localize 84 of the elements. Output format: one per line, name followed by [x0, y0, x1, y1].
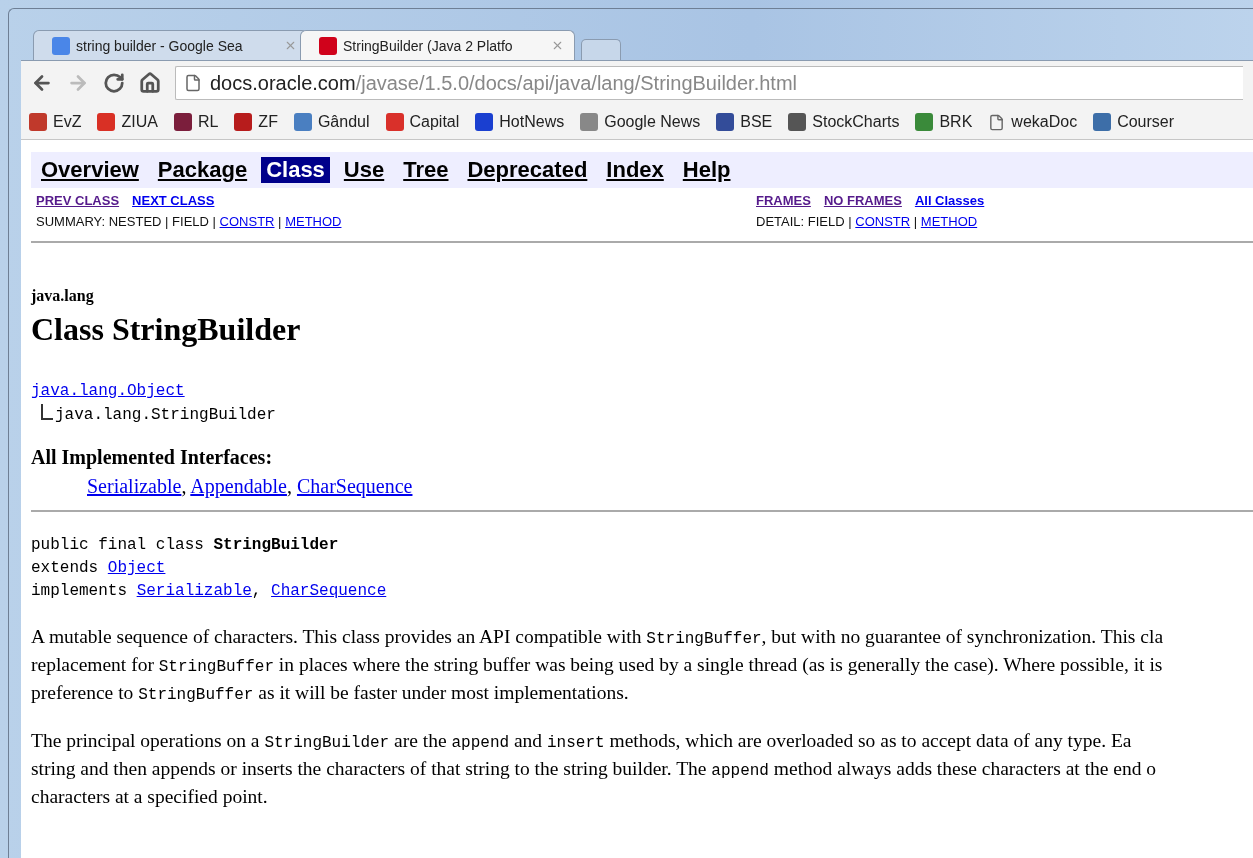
nav-tab[interactable]: Help [677, 157, 736, 183]
code-link[interactable]: Object [107, 559, 166, 577]
address-field[interactable]: docs.oracle.com/javase/1.5.0/docs/api/java/lang/StringBuilder.html [175, 66, 1243, 100]
description-paragraph: A mutable sequence of characters. This class provides an API compatible with StringBuffer, but with no guarantee of synchronization. This cla replacement for StringBuffer in places where the string buffer was being used by a single thread (as is generally the case). Where possible, it is preference to StringBuffer as it will be faster under most implementations. [31, 625, 1165, 706]
code-link[interactable]: Serializable [136, 582, 252, 600]
tab-title: string builder - Google Sea [76, 37, 244, 54]
nav-link[interactable]: PREV CLASS [36, 193, 120, 208]
bookmark[interactable]: ZIUA [97, 113, 158, 131]
site-icon [915, 113, 934, 131]
bookmark[interactable]: ZF [234, 113, 278, 131]
section-label: SUMMARY: [36, 214, 106, 229]
home-icon[interactable] [139, 72, 161, 94]
site-icon [234, 113, 253, 131]
bookmark[interactable]: BRK [915, 113, 973, 131]
new-tab-button[interactable] [581, 39, 621, 60]
class-declaration: public final class StringBuilder extends Object implements Serializable, CharSequence [31, 535, 388, 602]
site-icon [29, 113, 47, 131]
nav-link[interactable]: NEXT CLASS [132, 193, 215, 208]
separator: | [212, 214, 216, 229]
class-title: Class StringBuilder [31, 311, 302, 348]
bookmark[interactable]: RL [173, 113, 219, 131]
close-icon[interactable] [551, 39, 564, 52]
site-icon [293, 113, 312, 131]
section-name: NESTED [108, 214, 162, 229]
separator: | [165, 214, 169, 229]
superclass-link[interactable]: java.lang.Object [31, 382, 185, 400]
section-name: FIELD [807, 214, 845, 229]
nav-tab[interactable]: Index [601, 157, 669, 183]
section-label: DETAIL: [756, 214, 805, 229]
bookmark[interactable]: Capital [385, 113, 460, 131]
nav-link[interactable]: NO FRAMES [823, 193, 902, 208]
separator: | [848, 214, 852, 229]
interface-link[interactable]: CharSequence [296, 475, 413, 497]
nav-tab[interactable]: Tree [398, 157, 454, 183]
bookmark[interactable]: Courser [1093, 113, 1175, 131]
site-icon [788, 113, 807, 131]
site-icon [385, 113, 404, 131]
forward-icon[interactable] [67, 72, 89, 94]
site-icon [716, 113, 735, 131]
nav-link[interactable]: All Classes [914, 193, 985, 208]
site-icon [173, 113, 192, 131]
interface-link[interactable]: Serializable [87, 475, 182, 497]
nav-tab[interactable]: Deprecated [462, 157, 593, 183]
site-icon [580, 113, 599, 131]
page-icon [988, 113, 1006, 131]
bookmark[interactable]: EvZ [29, 113, 82, 131]
class-name: java.lang.StringBuilder [55, 406, 276, 424]
section-link[interactable]: METHOD [285, 214, 342, 229]
close-icon[interactable] [284, 39, 297, 52]
nav-tab[interactable]: Use [338, 157, 390, 183]
separator: , [181, 475, 187, 497]
site-icon [97, 113, 116, 131]
site-icon [319, 36, 337, 55]
nav-tab[interactable]: Package [152, 157, 253, 183]
package-name: java.lang [31, 287, 95, 305]
description-paragraph: The principal operations on a StringBuilder are the append and insert methods, which are overloaded so as to accept data of any type. Ea string and then appends or inserts the characters of that string to the string builder. The append method always adds these characters at the end o characters at a specified point. [31, 729, 1158, 809]
browser-tab[interactable]: StringBuilder (Java 2 Platfo [300, 30, 575, 60]
section-name: FIELD [172, 214, 209, 229]
separator: , [286, 475, 292, 497]
separator: | [913, 214, 918, 229]
nav-tab[interactable]: Overview [36, 157, 144, 183]
separator: | [278, 214, 282, 229]
bookmark[interactable]: StockCharts [788, 113, 900, 131]
tab-title: StringBuilder (Java 2 Platfo [343, 37, 514, 54]
site-icon [52, 36, 70, 55]
site-icon [1093, 113, 1112, 131]
back-icon[interactable] [31, 72, 53, 94]
site-icon [475, 113, 494, 131]
section-link[interactable]: METHOD [920, 214, 978, 229]
bookmark[interactable]: wekaDoc [988, 113, 1078, 131]
bookmark[interactable]: HotNews [475, 113, 565, 131]
section-link[interactable]: CONSTR [219, 214, 275, 229]
code-link[interactable]: CharSequence [271, 582, 387, 600]
interface-link[interactable]: Appendable [190, 475, 287, 497]
bookmark[interactable]: Gândul [293, 113, 370, 131]
nav-link[interactable]: FRAMES [756, 193, 811, 208]
tree-connector-icon [41, 404, 53, 420]
nav-tab[interactable]: Class [261, 157, 330, 183]
bookmark[interactable]: Google News [580, 113, 701, 131]
page-icon [184, 74, 202, 92]
bookmark[interactable]: BSE [716, 113, 773, 131]
reload-icon[interactable] [103, 72, 125, 94]
section-link[interactable]: CONSTR [855, 214, 911, 229]
interfaces-heading: All Implemented Interfaces: [31, 446, 274, 469]
